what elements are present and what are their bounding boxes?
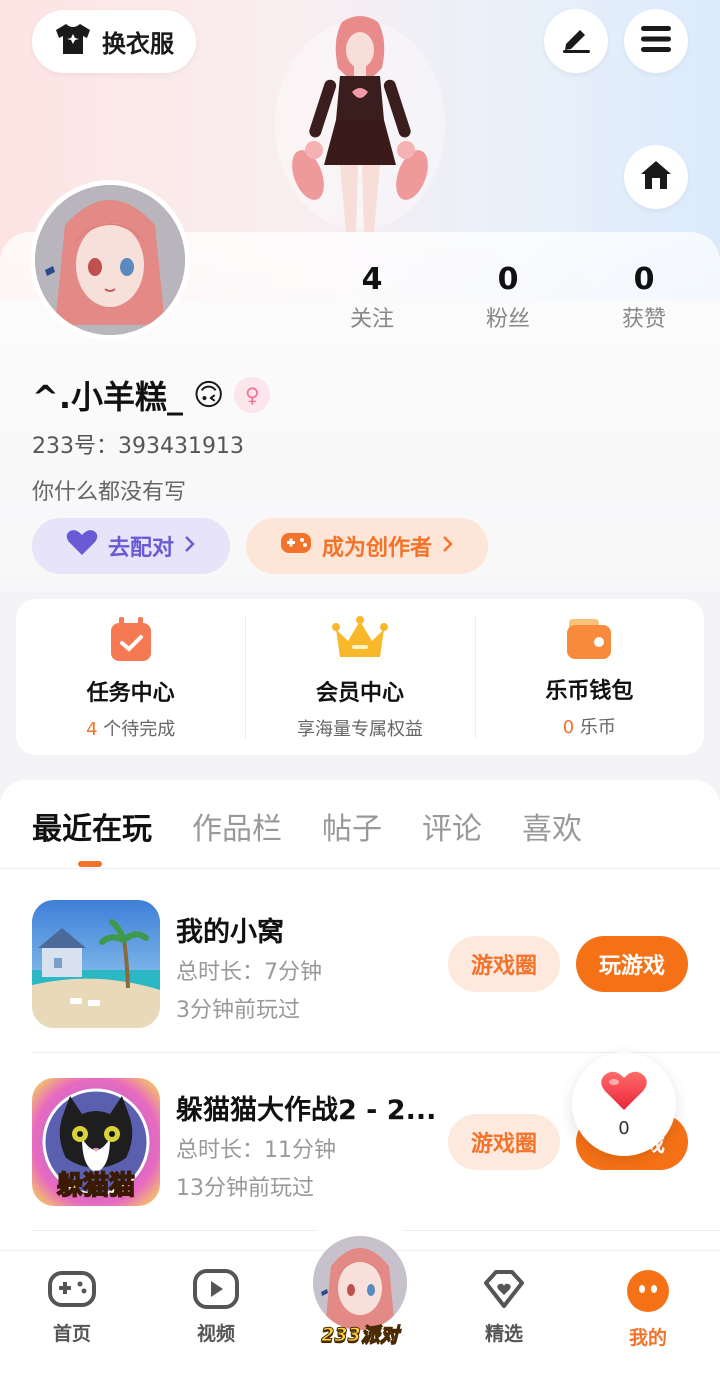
nickname: ^.小羊糕_ (32, 378, 183, 416)
like-count: 0 (618, 1117, 630, 1139)
user-id[interactable]: 233号：393431913 (32, 428, 244, 460)
following-stat[interactable]: 4 关注 (312, 262, 432, 333)
game-title: 躲猫猫大作战2 - 2... (176, 1095, 436, 1126)
nav-item-mine[interactable]: 我的 (603, 1269, 693, 1350)
tab-likes[interactable]: 喜欢 (522, 804, 582, 848)
likes-label: 获赞 (621, 307, 666, 332)
tab-works[interactable]: 作品栏 (192, 804, 282, 848)
heart-diamond-icon (480, 1269, 528, 1313)
nickname-emoji: 🙃 (192, 377, 225, 413)
bio-text[interactable]: 你什么都没有写 (32, 474, 186, 506)
menu-icon (641, 26, 671, 56)
crown-icon (331, 615, 388, 667)
tab-recently-played[interactable]: 最近在玩 (32, 804, 152, 848)
game-title: 我的小窝 (176, 917, 284, 948)
game-last-played: 13分钟前玩过 (176, 1176, 314, 1201)
task-center-entry[interactable]: 任务中心 4 个待完成 (16, 599, 245, 755)
game-play-duration: 总时长：11分钟 (176, 1138, 336, 1163)
nav-label-party: 233派对 (321, 1324, 400, 1347)
nav-label-home: 首页 (52, 1323, 91, 1345)
followers-count: 0 (497, 262, 519, 297)
edit-profile-button[interactable] (544, 9, 608, 73)
game-circle-button[interactable]: 游戏圈 (448, 1114, 560, 1170)
nav-label-featured: 精选 (484, 1323, 523, 1345)
match-button[interactable]: 去配对 (32, 518, 230, 574)
floating-like-button[interactable]: 0 (572, 1052, 676, 1156)
match-label: 去配对 (107, 536, 174, 561)
face-icon (626, 1269, 670, 1317)
gamepad-icon (48, 1269, 96, 1313)
game-list-item[interactable]: 我的小窝 总时长：7分钟 3分钟前玩过 游戏圈 玩游戏 (32, 900, 720, 1076)
game-last-played: 3分钟前玩过 (176, 998, 300, 1023)
tab-comments[interactable]: 评论 (422, 804, 482, 848)
heart-icon (66, 529, 98, 563)
calendar-check-icon (109, 615, 153, 667)
home-button[interactable] (624, 145, 688, 209)
nav-item-home[interactable]: 首页 (27, 1269, 117, 1346)
profile-tabs: 最近在玩 作品栏 帖子 评论 喜欢 (32, 804, 582, 848)
menu-button[interactable] (624, 9, 688, 73)
nav-label-mine: 我的 (628, 1327, 667, 1349)
play-game-button[interactable]: 玩游戏 (576, 936, 688, 992)
vip-center-entry[interactable]: 会员中心 享海量专属权益 (245, 599, 474, 755)
tab-posts[interactable]: 帖子 (322, 804, 382, 848)
following-label: 关注 (349, 307, 394, 332)
nav-label-video: 视频 (196, 1323, 235, 1345)
play-video-icon (193, 1269, 239, 1313)
nav-item-video[interactable]: 视频 (171, 1269, 261, 1346)
tabs-divider (0, 868, 720, 869)
heart-icon (600, 1070, 648, 1116)
nav-item-featured[interactable]: 精选 (459, 1269, 549, 1346)
become-creator-button[interactable]: 成为创作者 (246, 518, 488, 574)
wallet-icon (565, 615, 613, 665)
task-center-subtitle: 4 个待完成 (86, 719, 176, 740)
coin-wallet-entry[interactable]: 乐币钱包 0 乐币 (474, 599, 704, 755)
edit-icon (560, 24, 592, 58)
task-center-title: 任务中心 (86, 681, 175, 706)
game-icon[interactable]: 躲猫猫 (32, 1078, 160, 1206)
coin-wallet-subtitle: 0 乐币 (562, 717, 616, 738)
services-card: 任务中心 4 个待完成 会员中心 享海量专属权益 乐币钱包 0 乐币 (16, 599, 704, 755)
change-outfit-label: 换衣服 (102, 30, 174, 58)
vip-center-subtitle: 享海量专属权益 (296, 719, 423, 740)
home-icon (639, 159, 673, 195)
nav-item-party[interactable] (313, 1236, 407, 1330)
become-creator-label: 成为创作者 (321, 536, 432, 561)
coin-wallet-title: 乐币钱包 (545, 679, 634, 704)
avatar-character-figure[interactable] (270, 10, 450, 235)
likes-count: 0 (633, 262, 655, 297)
vip-center-title: 会员中心 (315, 681, 404, 706)
game-play-duration: 总时长：7分钟 (176, 960, 322, 985)
followers-stat[interactable]: 0 粉丝 (448, 262, 568, 333)
active-tab-indicator (78, 861, 102, 867)
gender-female-icon: ♀ (234, 377, 271, 413)
game-circle-button[interactable]: 游戏圈 (448, 936, 560, 992)
avatar[interactable] (30, 180, 190, 340)
chevron-right-icon (184, 534, 196, 559)
likes-stat[interactable]: 0 获赞 (584, 262, 704, 333)
game-icon-text: 躲猫猫 (57, 1171, 135, 1201)
followers-label: 粉丝 (485, 307, 530, 332)
gamepad-icon (280, 530, 312, 562)
shirt-icon (54, 22, 92, 62)
game-icon[interactable] (32, 900, 160, 1028)
following-count: 4 (361, 262, 383, 297)
chevron-right-icon (442, 534, 454, 559)
nickname-row: ^.小羊糕_ 🙃 ♀ (32, 372, 271, 418)
change-outfit-button[interactable]: 换衣服 (32, 10, 196, 73)
